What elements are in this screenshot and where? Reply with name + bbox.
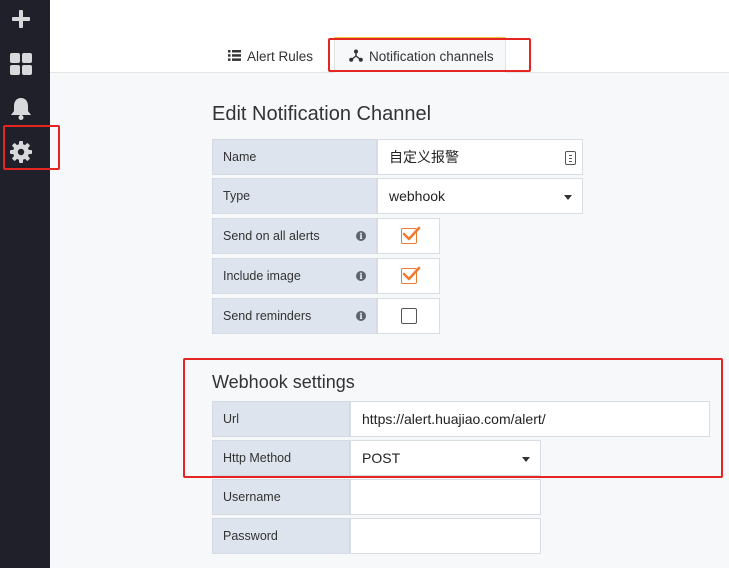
bell-icon[interactable]	[8, 95, 34, 121]
send-on-all-alerts-cell	[377, 218, 440, 254]
tab-notification-channels[interactable]: Notification channels	[334, 37, 506, 73]
tab-notification-channels-label: Notification channels	[369, 49, 494, 64]
password-input[interactable]	[350, 518, 541, 554]
sidebar	[0, 0, 50, 568]
name-label: Name	[212, 139, 377, 175]
send-reminders-label: Send reminders i	[212, 298, 377, 334]
tab-alert-rules[interactable]: Alert Rules	[228, 40, 313, 73]
url-label: Url	[212, 401, 350, 437]
password-label: Password	[212, 518, 350, 554]
autofill-icon	[565, 151, 576, 165]
send-reminders-text: Send reminders	[223, 309, 312, 323]
info-icon[interactable]: i	[356, 311, 366, 321]
include-image-label: Include image i	[212, 258, 377, 294]
include-image-checkbox[interactable]	[400, 266, 420, 284]
send-on-all-alerts-checkbox[interactable]	[400, 226, 420, 244]
username-label: Username	[212, 479, 350, 515]
info-icon[interactable]: i	[356, 231, 366, 241]
tab-alert-rules-label: Alert Rules	[247, 49, 314, 64]
chevron-down-icon	[522, 457, 530, 462]
send-on-all-alerts-label: Send on all alerts i	[212, 218, 377, 254]
url-input[interactable]: https://alert.huajiao.com/alert/	[350, 401, 710, 437]
page-title: Edit Notification Channel	[212, 103, 432, 125]
http-method-label: Http Method	[212, 440, 350, 476]
include-image-text: Include image	[223, 269, 301, 283]
name-value: 自定义报警	[389, 149, 459, 165]
plus-icon[interactable]	[8, 6, 34, 32]
send-on-all-alerts-text: Send on all alerts	[223, 229, 320, 243]
gear-icon[interactable]	[8, 139, 34, 165]
http-method-select[interactable]: POST	[350, 440, 541, 476]
dashboards-icon[interactable]	[8, 51, 34, 77]
username-input[interactable]	[350, 479, 541, 515]
http-method-value: POST	[362, 450, 401, 466]
name-input[interactable]: 自定义报警	[377, 139, 583, 175]
type-select[interactable]: webhook	[377, 178, 583, 214]
send-reminders-cell	[377, 298, 440, 334]
type-value: webhook	[389, 188, 446, 204]
webhook-settings-title: Webhook settings	[212, 372, 355, 392]
chevron-down-icon	[564, 195, 572, 200]
url-value: https://alert.huajiao.com/alert/	[362, 411, 546, 427]
share-nodes-icon	[349, 49, 363, 65]
include-image-cell	[377, 258, 440, 294]
list-icon	[228, 49, 241, 64]
type-label: Type	[212, 178, 377, 214]
info-icon[interactable]: i	[356, 271, 366, 281]
send-reminders-checkbox[interactable]	[400, 308, 417, 324]
